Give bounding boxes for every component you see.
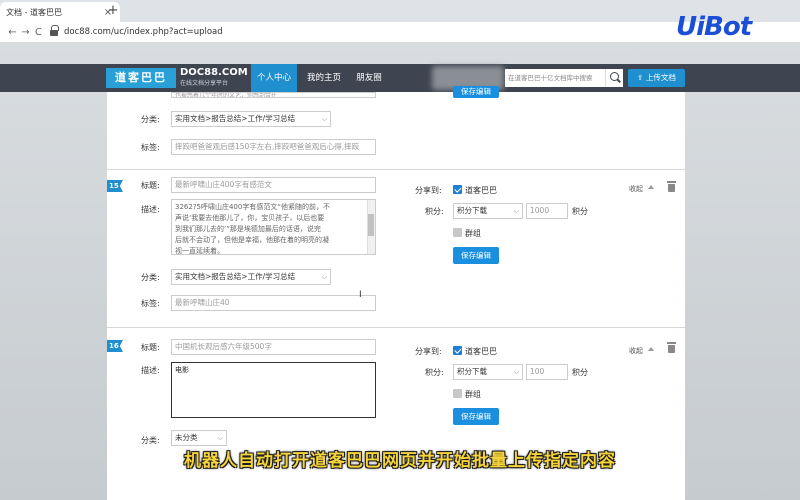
category-label: 分类: xyxy=(141,436,160,445)
desc-line: 声说‘我要去他那儿了，你，宝贝孩子，以后也要 xyxy=(175,214,325,222)
chevron-down-icon: ⌵ xyxy=(321,273,327,281)
category-select[interactable]: 未分类 ⌵ xyxy=(171,430,227,446)
web-page: 道客巴巴 DOC88.COM 在线文档分享平台 个人中心 我的主页 朋友圈 在道… xyxy=(0,42,800,500)
search-input[interactable]: 在道客巴巴十亿文档库中搜索 xyxy=(505,69,605,87)
text-cursor-icon: I xyxy=(359,290,362,300)
tags-label: 标签: xyxy=(141,299,160,308)
save-edit-button[interactable]: 保存编辑 xyxy=(453,247,499,264)
item-divider xyxy=(107,327,685,328)
share-label: 分享到: xyxy=(415,347,442,356)
prev-category-label: 分类: xyxy=(141,115,160,124)
points-label: 积分: xyxy=(425,207,444,216)
desc-line: 3262?5呼啸山庄400字有感范文“他紧随的前，不 xyxy=(175,203,330,211)
title-label: 标题: xyxy=(141,181,160,190)
points-label: 积分: xyxy=(425,368,444,377)
points-input[interactable]: 1000 xyxy=(526,203,568,219)
share-label: 分享到: xyxy=(415,186,442,195)
chevron-down-icon: ⌵ xyxy=(321,115,327,123)
site-logo[interactable]: 道客巴巴 xyxy=(106,68,176,88)
group-checkbox[interactable] xyxy=(453,228,462,237)
forward-icon[interactable]: → xyxy=(19,27,32,38)
search-icon[interactable] xyxy=(605,69,623,87)
browser-tab[interactable]: 文档 - 道客巴巴 × xyxy=(0,2,120,22)
points-mode-select[interactable]: 积分下载 ⌵ xyxy=(453,203,523,219)
title-input[interactable]: 最新呼啸山庄400字有感范文 xyxy=(171,177,376,193)
video-subtitle: 机器人自动打开道客巴巴网页并开始批量上传指定内容 xyxy=(184,451,616,471)
prev-save-button[interactable]: 保存编辑 xyxy=(453,86,499,98)
description-textarea[interactable]: 3262?5呼啸山庄400字有感范文“他紧随的前，不 声说‘我要去他那儿了，你，… xyxy=(171,199,376,255)
points-mode-value: 积分下载 xyxy=(457,206,487,215)
uibot-watermark-logo: UiBot xyxy=(676,12,752,42)
desc-line: 后就不会动了，但他是幸福，他那在着的明亮的凝 xyxy=(175,236,329,244)
title-input[interactable]: 中国机长观后感六年级500字 xyxy=(171,339,376,355)
prev-tags-input[interactable]: 摔跤吧爸爸观后感150字左右,摔跤吧爸爸观后心得,摔跤 xyxy=(171,139,376,155)
group-label: 群组 xyxy=(465,390,481,399)
upload-label: 上传文档 xyxy=(645,73,676,82)
nav-friends[interactable]: 朋友圈 xyxy=(350,64,388,92)
lock-icon[interactable] xyxy=(49,25,59,36)
save-edit-button[interactable]: 保存编辑 xyxy=(453,408,499,425)
category-value: 未分类 xyxy=(175,433,198,442)
points-input[interactable]: 100 xyxy=(526,364,568,380)
logo-tagline: 在线文档分享平台 xyxy=(180,80,229,87)
description-label: 描述: xyxy=(141,205,160,214)
nav-personal-center[interactable]: 个人中心 xyxy=(251,64,297,92)
back-icon[interactable]: ← xyxy=(6,27,19,38)
reload-icon[interactable]: C xyxy=(32,27,45,38)
collapse-arrow-icon[interactable] xyxy=(648,185,654,189)
share-checkbox[interactable] xyxy=(453,346,462,355)
nav-my-homepage[interactable]: 我的主页 xyxy=(301,64,347,92)
chevron-down-icon: ⌵ xyxy=(513,368,519,376)
category-label: 分类: xyxy=(141,273,160,282)
textarea-scrollbar[interactable] xyxy=(367,200,375,254)
site-header: 道客巴巴 DOC88.COM 在线文档分享平台 个人中心 我的主页 朋友圈 在道… xyxy=(0,64,800,92)
logo-domain: DOC88.COM xyxy=(180,67,248,78)
group-checkbox[interactable] xyxy=(453,389,462,398)
scrollbar-thumb[interactable] xyxy=(368,214,374,236)
points-unit: 积分 xyxy=(572,207,588,216)
group-label: 群组 xyxy=(465,229,481,238)
desc-line: 视一直延续着。 xyxy=(175,247,224,255)
logo-text: DOC88.COM 在线文档分享平台 xyxy=(180,67,248,87)
collapse-arrow-icon[interactable] xyxy=(648,347,654,351)
collapse-link[interactable]: 收起 xyxy=(629,184,643,194)
title-label: 标题: xyxy=(141,343,160,352)
share-target: 道客巴巴 xyxy=(465,347,497,356)
item-divider xyxy=(107,169,685,170)
share-target: 道客巴巴 xyxy=(465,186,497,195)
trash-icon[interactable] xyxy=(667,342,676,353)
desc-text: 电影 xyxy=(175,366,189,374)
points-mode-select[interactable]: 积分下载 ⌵ xyxy=(453,364,523,380)
upload-form-panel: 也被感着几个年时的文艺，你感到合在 保存编辑 分类: 实用文档>报告总结>工作/… xyxy=(107,86,685,500)
upload-document-button[interactable]: ⇪ 上传文档 xyxy=(628,69,685,87)
tab-title: 文档 - 道客巴巴 xyxy=(6,7,62,17)
points-mode-value: 积分下载 xyxy=(457,367,487,376)
prev-category-value: 实用文档>报告总结>工作/学习总结 xyxy=(175,114,296,123)
url-field[interactable]: doc88.com/uc/index.php?act=upload xyxy=(64,27,223,37)
desc-line: 到我们那儿去的’”那是埃德加最后的话语，说完 xyxy=(175,225,321,233)
chevron-down-icon: ⌵ xyxy=(513,207,519,215)
share-checkbox[interactable] xyxy=(453,185,462,194)
collapse-link[interactable]: 收起 xyxy=(629,346,643,356)
points-unit: 积分 xyxy=(572,368,588,377)
trash-icon[interactable] xyxy=(667,181,676,192)
description-textarea[interactable]: 电影 xyxy=(171,362,376,418)
category-select[interactable]: 实用文档>报告总结>工作/学习总结 ⌵ xyxy=(171,269,331,285)
prev-description-tail[interactable]: 也被感着几个年时的文艺，你感到合在 xyxy=(171,92,376,98)
prev-category-select[interactable]: 实用文档>报告总结>工作/学习总结 ⌵ xyxy=(171,111,331,127)
description-label: 描述: xyxy=(141,366,160,375)
category-value: 实用文档>报告总结>工作/学习总结 xyxy=(175,272,296,281)
tags-input[interactable]: 最新呼啸山庄40 xyxy=(171,295,376,311)
prev-tags-label: 标签: xyxy=(141,143,160,152)
new-tab-button[interactable]: + xyxy=(106,3,120,18)
chevron-down-icon: ⌵ xyxy=(217,434,223,442)
